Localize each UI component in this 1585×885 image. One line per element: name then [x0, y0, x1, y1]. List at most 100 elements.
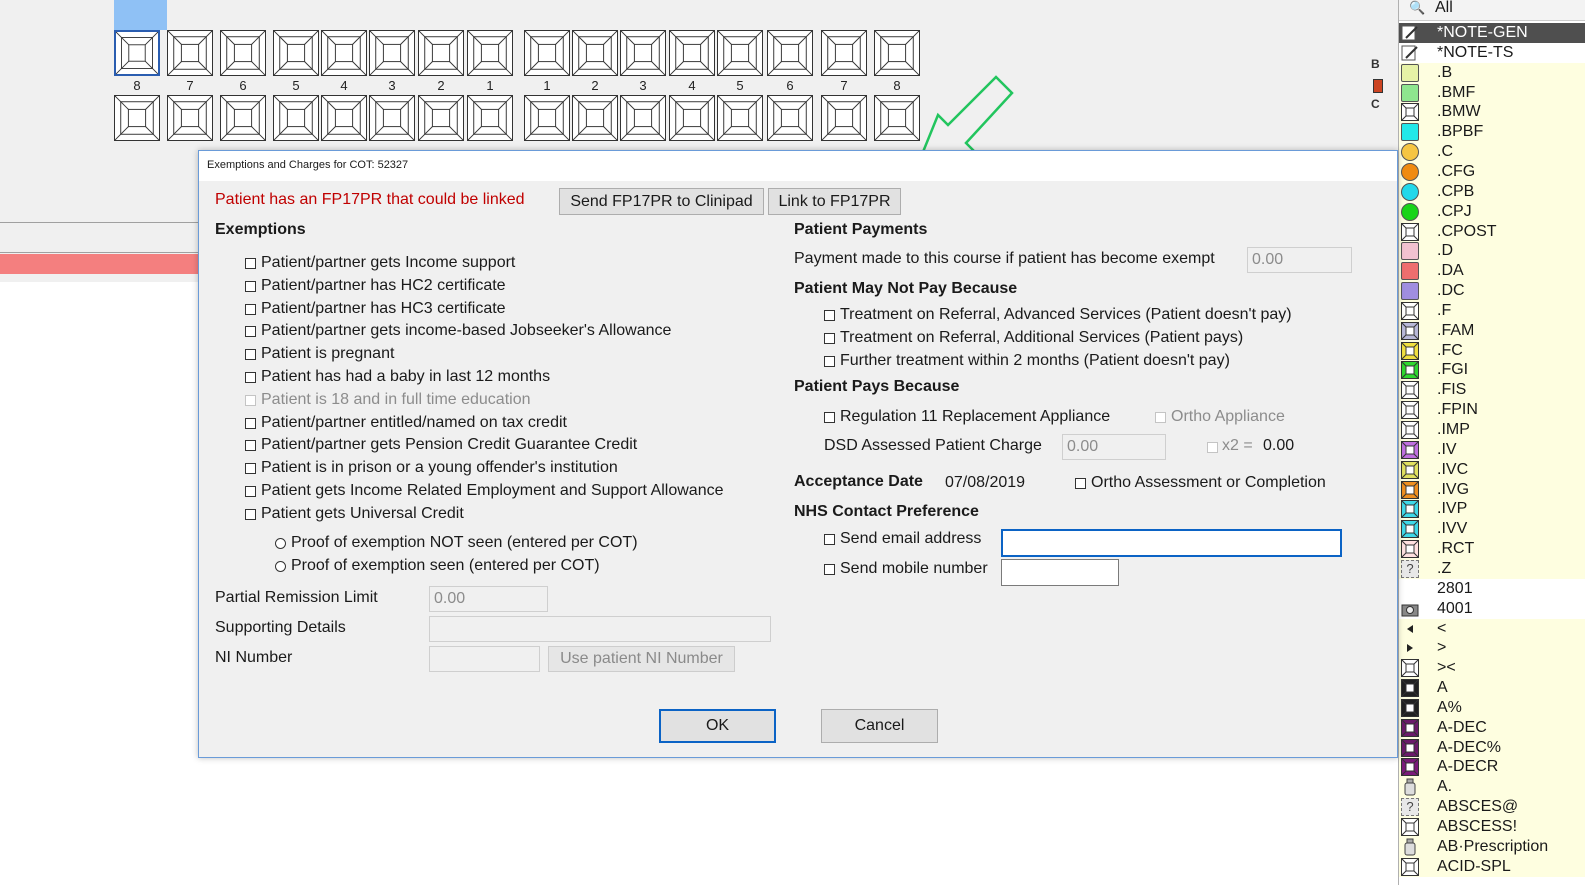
send-email-checkbox[interactable] — [824, 534, 835, 545]
code-list-item[interactable]: .FPIN — [1399, 400, 1585, 421]
code-list-item[interactable]: 2801 — [1399, 579, 1585, 599]
exemption-checkbox[interactable] — [245, 280, 256, 292]
code-list-item[interactable]: .CPB — [1399, 181, 1585, 202]
code-list-item[interactable]: .F — [1399, 300, 1585, 321]
code-list-panel[interactable]: 🔍 All *NOTE-GEN *NOTE-TS .B .BMF .BMW .BPBF .C… — [1398, 0, 1585, 885]
dsd-charge-input[interactable]: 0.00 — [1062, 434, 1166, 460]
code-list-item[interactable]: A% — [1399, 697, 1585, 718]
ok-button[interactable]: OK — [659, 709, 776, 743]
code-list-item[interactable]: .IVP — [1399, 499, 1585, 520]
code-list-item[interactable]: ? ABSCES@ — [1399, 797, 1585, 818]
exemption-checkbox[interactable] — [245, 463, 256, 475]
may-not-pay-checkbox[interactable] — [824, 310, 835, 321]
lower-tooth[interactable] — [220, 95, 266, 141]
code-list-item[interactable]: .B — [1399, 62, 1585, 83]
lower-tooth[interactable] — [767, 95, 813, 141]
lower-tooth[interactable] — [273, 95, 319, 141]
code-list-item[interactable]: .C — [1399, 142, 1585, 163]
lower-tooth[interactable] — [369, 95, 415, 141]
exemption-checkbox[interactable] — [245, 326, 256, 338]
upper-tooth[interactable] — [467, 30, 513, 76]
code-list-item[interactable]: .IVC — [1399, 459, 1585, 480]
proof-not-seen-radio[interactable] — [275, 538, 286, 549]
upper-tooth[interactable] — [369, 30, 415, 76]
ortho-assessment-checkbox[interactable] — [1075, 478, 1086, 489]
code-list-item[interactable]: .DA — [1399, 261, 1585, 282]
x2-checkbox[interactable] — [1207, 442, 1218, 453]
proof-seen-radio[interactable] — [275, 561, 286, 572]
exemption-checkbox[interactable] — [245, 303, 256, 315]
send-mobile-checkbox[interactable] — [824, 564, 835, 575]
search-icon[interactable]: 🔍 — [1409, 0, 1425, 16]
exemption-checkbox[interactable] — [245, 394, 256, 406]
partial-remission-input[interactable]: 0.00 — [429, 586, 548, 612]
exemption-checkbox[interactable] — [245, 417, 256, 429]
code-list-item[interactable]: >< — [1399, 658, 1585, 679]
upper-tooth[interactable] — [821, 30, 867, 76]
code-list-item[interactable]: A. — [1399, 777, 1585, 798]
lower-tooth[interactable] — [669, 95, 715, 141]
code-list-item[interactable]: .BMW — [1399, 102, 1585, 123]
code-list-item[interactable]: A — [1399, 678, 1585, 699]
code-list-item[interactable]: .D — [1399, 241, 1585, 262]
exemption-checkbox[interactable] — [245, 486, 256, 497]
lower-tooth[interactable] — [717, 95, 763, 141]
code-list-item[interactable]: .IMP — [1399, 420, 1585, 440]
lower-tooth[interactable] — [821, 95, 867, 141]
upper-tooth[interactable] — [418, 30, 464, 76]
code-list-item[interactable]: ? .Z — [1399, 558, 1585, 579]
upper-tooth[interactable] — [874, 30, 920, 76]
code-list-item[interactable]: .IVG — [1399, 479, 1585, 500]
exemption-checkbox[interactable] — [245, 258, 256, 269]
code-list-item[interactable]: .FC — [1399, 340, 1585, 361]
lower-tooth[interactable] — [114, 95, 160, 141]
code-list-item[interactable]: .CPJ — [1399, 201, 1585, 222]
upper-tooth[interactable] — [220, 30, 266, 76]
ni-number-input[interactable] — [429, 646, 540, 672]
email-field[interactable] — [1001, 529, 1342, 557]
code-list-item[interactable]: ACID-SPL — [1399, 856, 1585, 877]
upper-tooth[interactable] — [767, 30, 813, 76]
lower-tooth[interactable] — [572, 95, 618, 141]
code-list-item[interactable]: .FIS — [1399, 380, 1585, 401]
code-list-item[interactable]: < — [1399, 618, 1585, 639]
code-list-item[interactable]: .FAM — [1399, 320, 1585, 341]
send-fp17-button[interactable]: Send FP17PR to Clinipad — [559, 188, 764, 215]
upper-tooth[interactable] — [669, 30, 715, 76]
supporting-details-input[interactable] — [429, 616, 771, 642]
upper-tooth[interactable] — [321, 30, 367, 76]
code-list-item[interactable]: *NOTE-TS — [1399, 43, 1585, 63]
lower-tooth[interactable] — [524, 95, 570, 141]
link-fp17-button[interactable]: Link to FP17PR — [768, 188, 901, 215]
lower-tooth[interactable] — [321, 95, 367, 141]
lower-tooth[interactable] — [467, 95, 513, 141]
code-list-item[interactable]: .CPOST — [1399, 221, 1585, 242]
upper-tooth[interactable] — [114, 30, 160, 76]
regulation-11-checkbox[interactable] — [824, 412, 835, 423]
code-list-item[interactable]: .DC — [1399, 281, 1585, 302]
may-not-pay-checkbox[interactable] — [824, 333, 835, 344]
code-list-item[interactable]: .CFG — [1399, 161, 1585, 182]
code-list-item[interactable]: .RCT — [1399, 539, 1585, 560]
code-list-item[interactable]: *NOTE-GEN — [1399, 23, 1585, 43]
exemption-checkbox[interactable] — [245, 508, 256, 520]
exemption-checkbox[interactable] — [245, 372, 256, 383]
cancel-button[interactable]: Cancel — [821, 709, 938, 743]
lower-tooth[interactable] — [620, 95, 666, 141]
code-list-item[interactable]: .IVV — [1399, 519, 1585, 540]
upper-tooth[interactable] — [167, 30, 213, 76]
code-list-item[interactable]: .BPBF — [1399, 122, 1585, 143]
exemption-checkbox[interactable] — [245, 440, 256, 452]
lower-tooth[interactable] — [167, 95, 213, 141]
lower-tooth[interactable] — [418, 95, 464, 141]
mobile-field[interactable] — [1001, 559, 1119, 586]
upper-tooth[interactable] — [524, 30, 570, 76]
code-list-item[interactable]: .IV — [1399, 439, 1585, 460]
exemption-checkbox[interactable] — [245, 349, 256, 361]
code-list-item[interactable]: AB·Prescription — [1399, 836, 1585, 857]
upper-tooth[interactable] — [273, 30, 319, 76]
payment-made-input[interactable]: 0.00 — [1247, 247, 1352, 273]
code-list-item[interactable]: .FGI — [1399, 360, 1585, 381]
may-not-pay-checkbox[interactable] — [824, 356, 835, 367]
code-list-item[interactable]: 4001 — [1399, 599, 1585, 619]
